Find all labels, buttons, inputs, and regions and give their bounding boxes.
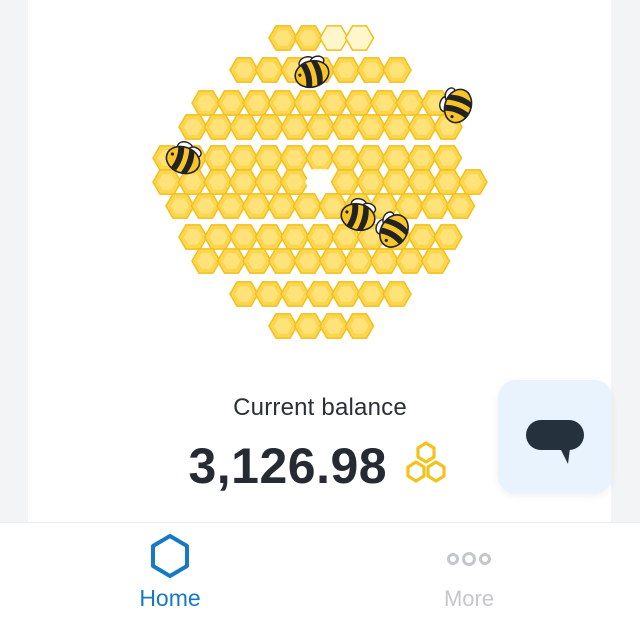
chat-bubble-icon [526, 420, 584, 464]
more-dots-icon [447, 552, 491, 566]
bottom-navigation: Home More [0, 522, 640, 641]
honeycomb-coin-icon [405, 441, 446, 483]
balance-value: 3,126.98 [188, 438, 388, 494]
hive-cell [305, 169, 335, 195]
hive-cell [344, 25, 375, 51]
nav-item-home[interactable]: Home [70, 523, 270, 641]
hexagon-home-icon [151, 534, 189, 578]
nav-item-more[interactable]: More [369, 523, 569, 641]
honeycomb-hive-illustration [152, 25, 488, 339]
nav-label-more: More [443, 586, 495, 611]
nav-label-home: Home [139, 585, 201, 611]
chat-button[interactable] [498, 380, 612, 494]
hive-cell [319, 25, 349, 51]
